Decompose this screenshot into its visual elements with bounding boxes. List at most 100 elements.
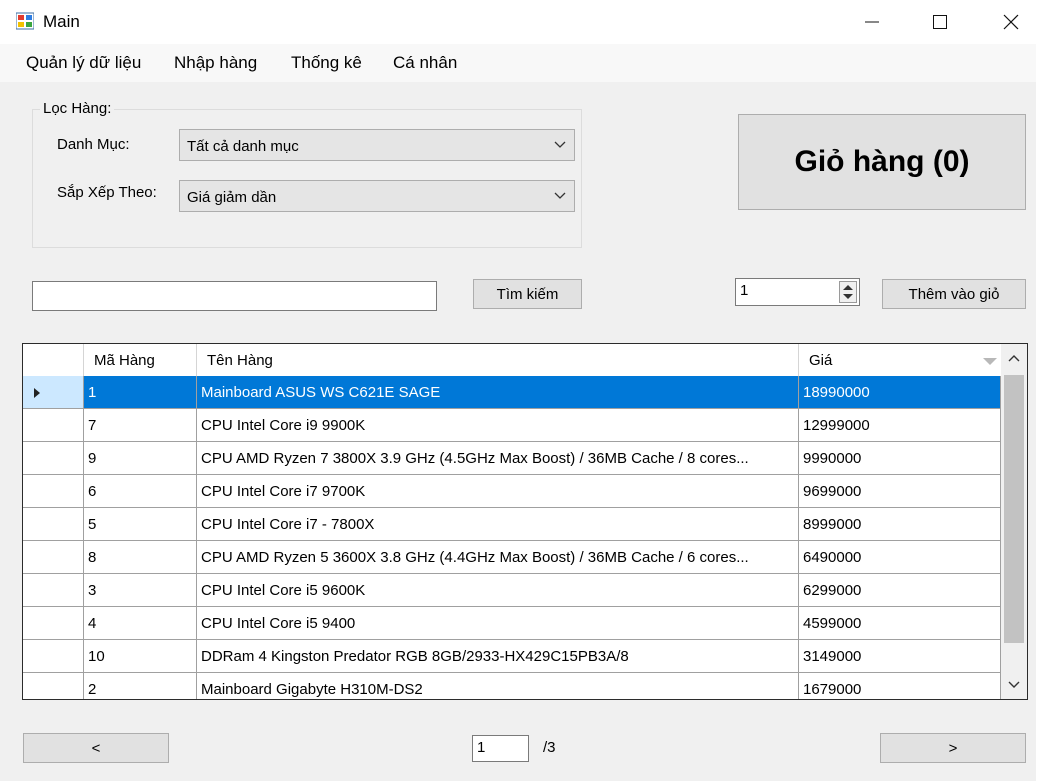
cell-price[interactable]: 9990000: [799, 442, 1001, 475]
cell-price[interactable]: 6299000: [799, 574, 1001, 607]
cell-price[interactable]: 12999000: [799, 409, 1001, 442]
table-row[interactable]: 7 CPU Intel Core i9 9900K 12999000: [23, 409, 1001, 442]
column-header-price[interactable]: Giá: [799, 344, 1001, 376]
scroll-up-button[interactable]: [1001, 346, 1027, 370]
category-label: Danh Mục:: [57, 136, 130, 153]
chevron-down-icon: [1008, 681, 1020, 688]
cell-name[interactable]: CPU Intel Core i9 9900K: [197, 409, 799, 442]
minimize-button[interactable]: [849, 0, 895, 44]
table-row[interactable]: 5 CPU Intel Core i7 - 7800X 8999000: [23, 508, 1001, 541]
cell-price[interactable]: 9699000: [799, 475, 1001, 508]
spin-down-icon[interactable]: [843, 294, 853, 299]
cell-id[interactable]: 4: [84, 607, 197, 640]
table-row[interactable]: 2 Mainboard Gigabyte H310M-DS2 1679000: [23, 673, 1001, 699]
main-window: Main Quản lý dữ liệu Nhập hàng Thống kê …: [0, 0, 1036, 781]
table-row[interactable]: 3 CPU Intel Core i5 9600K 6299000: [23, 574, 1001, 607]
cell-name[interactable]: CPU Intel Core i5 9400: [197, 607, 799, 640]
cell-name[interactable]: CPU Intel Core i7 9700K: [197, 475, 799, 508]
chevron-down-icon: [554, 192, 566, 199]
cell-price[interactable]: 18990000: [799, 376, 1001, 409]
maximize-button[interactable]: [917, 0, 963, 44]
cart-button[interactable]: Giỏ hàng (0): [738, 114, 1026, 210]
table-row[interactable]: 10 DDRam 4 Kingston Predator RGB 8GB/293…: [23, 640, 1001, 673]
cell-id[interactable]: 8: [84, 541, 197, 574]
cell-name[interactable]: CPU AMD Ryzen 5 3600X 3.8 GHz (4.4GHz Ma…: [197, 541, 799, 574]
spin-up-icon[interactable]: [843, 285, 853, 290]
cell-name[interactable]: Mainboard ASUS WS C621E SAGE: [197, 376, 799, 409]
row-header[interactable]: [23, 673, 84, 699]
sort-dropdown[interactable]: Giá giảm dần: [179, 180, 575, 212]
row-header[interactable]: [23, 640, 84, 673]
menu-personal[interactable]: Cá nhân: [393, 53, 457, 73]
menu-bar: Quản lý dữ liệu Nhập hàng Thống kê Cá nh…: [0, 44, 1036, 82]
menu-statistics[interactable]: Thống kê: [291, 53, 362, 73]
cell-id[interactable]: 2: [84, 673, 197, 699]
cell-id[interactable]: 1: [84, 376, 197, 409]
column-header-name[interactable]: Tên Hàng: [197, 344, 799, 376]
sort-label: Sắp Xếp Theo:: [57, 184, 157, 201]
prev-page-button[interactable]: <: [23, 733, 169, 763]
cell-name[interactable]: Mainboard Gigabyte H310M-DS2: [197, 673, 799, 699]
row-header[interactable]: [23, 442, 84, 475]
row-header[interactable]: [23, 475, 84, 508]
row-header[interactable]: [23, 508, 84, 541]
minimize-icon: [865, 21, 879, 23]
cell-id[interactable]: 9: [84, 442, 197, 475]
cell-name[interactable]: CPU Intel Core i5 9600K: [197, 574, 799, 607]
category-selected: Tất cả danh mục: [187, 138, 299, 155]
row-header[interactable]: [23, 607, 84, 640]
cell-id[interactable]: 3: [84, 574, 197, 607]
page-number-input[interactable]: 1: [472, 735, 529, 762]
current-row-arrow-icon: [34, 388, 40, 398]
cell-id[interactable]: 10: [84, 640, 197, 673]
cell-id[interactable]: 6: [84, 475, 197, 508]
row-header[interactable]: [23, 376, 84, 409]
scroll-down-button[interactable]: [1001, 673, 1027, 697]
table-row[interactable]: 1 Mainboard ASUS WS C621E SAGE 18990000: [23, 376, 1001, 409]
next-page-button[interactable]: >: [880, 733, 1026, 763]
chevron-up-icon: [1008, 355, 1020, 362]
table-row[interactable]: 4 CPU Intel Core i5 9400 4599000: [23, 607, 1001, 640]
cell-price[interactable]: 3149000: [799, 640, 1001, 673]
menu-data-management[interactable]: Quản lý dữ liệu: [26, 53, 141, 73]
cell-price[interactable]: 1679000: [799, 673, 1001, 699]
window-title: Main: [43, 12, 80, 31]
menu-import[interactable]: Nhập hàng: [174, 53, 257, 73]
cell-name[interactable]: CPU Intel Core i7 - 7800X: [197, 508, 799, 541]
title-bar: Main: [0, 0, 1036, 44]
grid-header: Mã Hàng Tên Hàng Giá: [23, 344, 1001, 376]
grid-vertical-scrollbar[interactable]: [1001, 344, 1027, 699]
sort-descending-icon: [983, 358, 997, 365]
row-header[interactable]: [23, 574, 84, 607]
search-input[interactable]: [32, 281, 437, 311]
background-strip: [1036, 0, 1049, 781]
close-button[interactable]: [988, 0, 1034, 44]
row-header[interactable]: [23, 409, 84, 442]
scrollbar-thumb[interactable]: [1004, 375, 1024, 643]
cell-name[interactable]: DDRam 4 Kingston Predator RGB 8GB/2933-H…: [197, 640, 799, 673]
quantity-value: 1: [740, 282, 749, 299]
table-row[interactable]: 9 CPU AMD Ryzen 7 3800X 3.9 GHz (4.5GHz …: [23, 442, 1001, 475]
cell-price[interactable]: 6490000: [799, 541, 1001, 574]
filter-group-label: Lọc Hàng:: [40, 100, 115, 117]
close-icon: [1003, 14, 1019, 30]
quantity-spin-buttons[interactable]: [839, 281, 857, 303]
add-to-cart-button[interactable]: Thêm vào giỏ: [882, 279, 1026, 309]
column-header-price-label: Giá: [809, 352, 833, 369]
search-button[interactable]: Tìm kiếm: [473, 279, 582, 309]
column-header-id[interactable]: Mã Hàng: [84, 344, 197, 376]
cell-name[interactable]: CPU AMD Ryzen 7 3800X 3.9 GHz (4.5GHz Ma…: [197, 442, 799, 475]
quantity-stepper[interactable]: 1: [735, 278, 860, 306]
table-row[interactable]: 6 CPU Intel Core i7 9700K 9699000: [23, 475, 1001, 508]
header-corner: [23, 344, 84, 376]
cell-price[interactable]: 4599000: [799, 607, 1001, 640]
sort-selected: Giá giảm dần: [187, 189, 277, 206]
cell-id[interactable]: 5: [84, 508, 197, 541]
cell-id[interactable]: 7: [84, 409, 197, 442]
products-grid[interactable]: Mã Hàng Tên Hàng Giá 1 Mainboard ASUS WS…: [22, 343, 1028, 700]
cell-price[interactable]: 8999000: [799, 508, 1001, 541]
chevron-down-icon: [554, 141, 566, 148]
category-dropdown[interactable]: Tất cả danh mục: [179, 129, 575, 161]
table-row[interactable]: 8 CPU AMD Ryzen 5 3600X 3.8 GHz (4.4GHz …: [23, 541, 1001, 574]
row-header[interactable]: [23, 541, 84, 574]
